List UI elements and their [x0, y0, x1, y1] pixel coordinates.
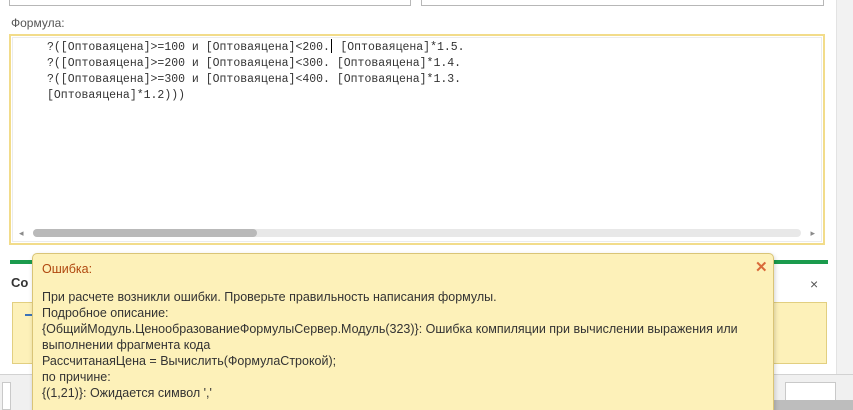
formula-code[interactable]: ?([Оптоваяцена]>=100 и [Оптоваяцена]<200… [47, 39, 465, 104]
formula-line-1-tail: [Оптоваяцена]*1.5. [333, 41, 465, 54]
error-line: Подробное описание: [42, 306, 169, 320]
error-line: При расчете возникли ошибки. Проверьте п… [42, 290, 497, 304]
close-icon[interactable]: ✕ [755, 258, 768, 276]
error-line: выполнении фрагмента кода [42, 338, 211, 352]
scroll-right-arrow-icon[interactable]: ▸ [810, 225, 815, 241]
panel-title: Со [11, 275, 29, 290]
formula-line-3: ?([Оптоваяцена]>=300 и [Оптоваяцена]<400… [47, 73, 462, 86]
error-line: РассчитанаяЦена = Вычислить(ФормулаСтрок… [42, 354, 337, 368]
formula-horizontal-scrollbar[interactable]: ◂ ▸ [19, 228, 815, 238]
window-vertical-scrollbar[interactable] [836, 0, 853, 400]
formula-editor[interactable]: ?([Оптоваяцена]>=100 и [Оптоваяцена]<200… [9, 34, 825, 245]
panel-close-icon[interactable]: × [810, 276, 818, 292]
error-title: Ошибка: [42, 262, 93, 276]
error-line: по причине: [42, 370, 111, 384]
scrollbar-thumb[interactable] [33, 229, 257, 237]
formula-line-4: [Оптоваяцена]*1.2))) [47, 89, 186, 102]
scroll-left-arrow-icon[interactable]: ◂ [19, 225, 24, 241]
bottom-field-left[interactable] [2, 382, 11, 410]
error-line: {ОбщийМодуль.ЦенообразованиеФормулыСерве… [42, 322, 738, 336]
formula-line-2: ?([Оптоваяцена]>=200 и [Оптоваяцена]<300… [47, 57, 462, 70]
error-line: {(1,21)}: Ожидается символ ',' [42, 386, 212, 400]
top-left-field[interactable] [9, 0, 411, 6]
top-right-field[interactable] [421, 0, 824, 6]
formula-label: Формула: [11, 16, 65, 30]
formula-line-1: ?([Оптоваяцена]>=100 и [Оптоваяцена]<200… [47, 41, 330, 54]
error-message: При расчете возникли ошибки. Проверьте п… [42, 289, 770, 401]
error-tooltip: Ошибка: ✕ При расчете возникли ошибки. П… [32, 253, 774, 410]
